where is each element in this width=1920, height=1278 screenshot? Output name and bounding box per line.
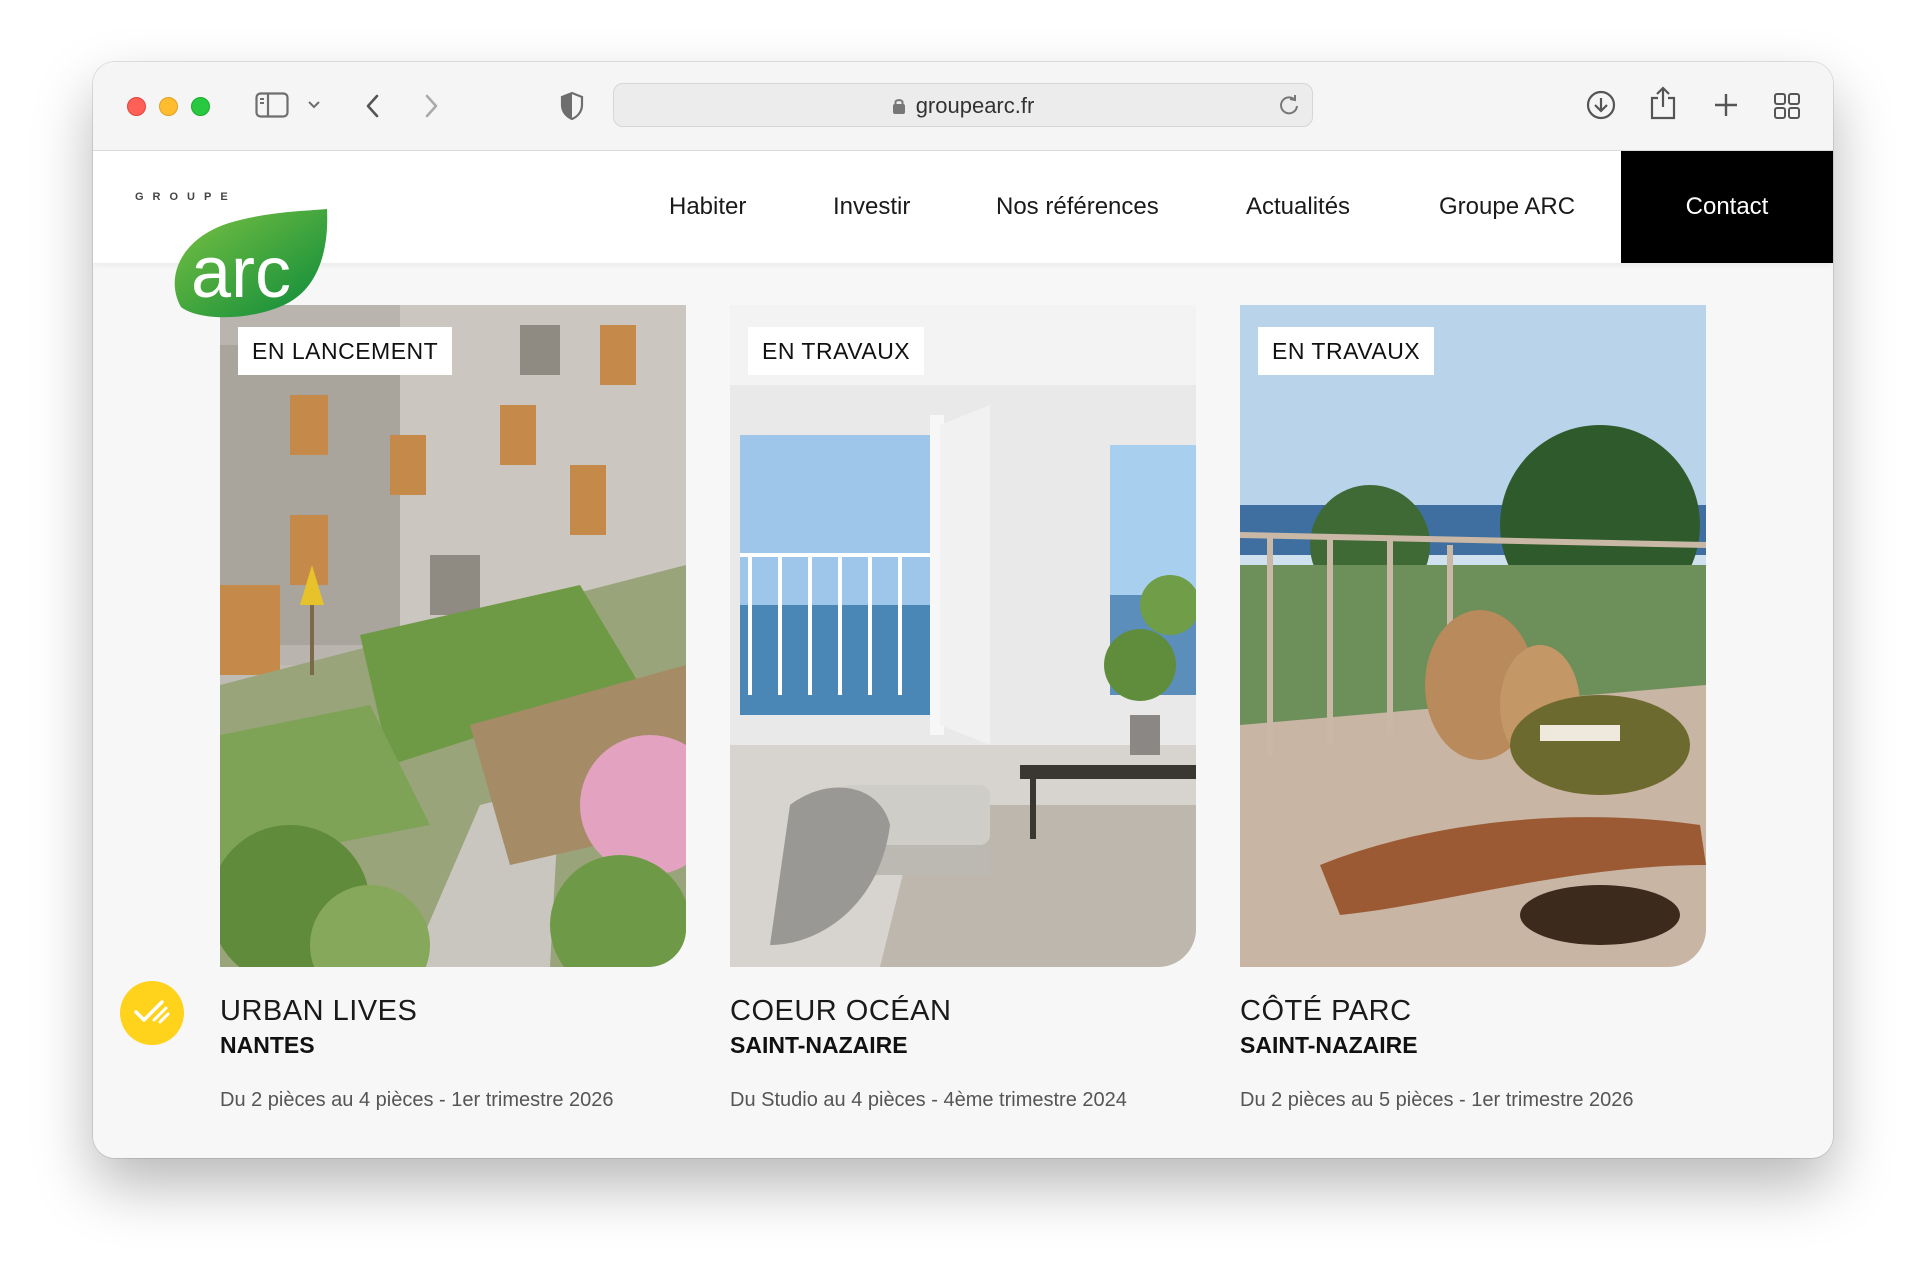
lock-icon bbox=[892, 86, 906, 130]
program-name[interactable]: COEUR OCÉAN bbox=[730, 995, 1196, 1028]
program-image[interactable]: EN TRAVAUX bbox=[730, 305, 1196, 967]
chat-widget-button[interactable] bbox=[120, 981, 184, 1045]
nav-groupe-arc[interactable]: Groupe ARC bbox=[1439, 151, 1575, 263]
minimize-window-button[interactable] bbox=[159, 97, 178, 116]
reload-icon[interactable] bbox=[1278, 94, 1300, 121]
program-name[interactable]: CÔTÉ PARC bbox=[1240, 995, 1706, 1028]
program-city: SAINT-NAZAIRE bbox=[1240, 1032, 1418, 1058]
program-city: SAINT-NAZAIRE bbox=[730, 1032, 908, 1058]
nav-investir[interactable]: Investir bbox=[833, 151, 910, 263]
program-image[interactable]: EN TRAVAUX bbox=[1240, 305, 1706, 967]
tab-overview-icon[interactable] bbox=[1773, 92, 1801, 120]
program-city: NANTES bbox=[220, 1032, 315, 1058]
back-arrow-icon[interactable] bbox=[363, 92, 383, 120]
status-badge: EN LANCEMENT bbox=[238, 327, 453, 375]
arc-logo[interactable]: arc bbox=[169, 209, 329, 321]
sidebar-toggle-icon[interactable] bbox=[255, 92, 289, 118]
program-name[interactable]: URBAN LIVES bbox=[220, 995, 686, 1028]
program-card-urban-lives[interactable]: EN LANCEMENT URBAN LIVES NANTES Du 2 piè… bbox=[220, 305, 686, 1112]
nav-actualites[interactable]: Actualités bbox=[1246, 151, 1350, 263]
status-badge: EN TRAVAUX bbox=[1258, 327, 1435, 375]
web-page: GROUPE Habiter Investir Nos références A… bbox=[93, 151, 1833, 1158]
new-tab-icon[interactable] bbox=[1712, 91, 1740, 119]
url-text: groupearc.fr bbox=[915, 93, 1035, 118]
program-description: Du 2 pièces au 5 pièces - 1er trimestre … bbox=[1240, 1089, 1634, 1111]
forward-arrow-icon[interactable] bbox=[421, 92, 441, 120]
nav-nos-references[interactable]: Nos références bbox=[996, 151, 1159, 263]
nav-habiter[interactable]: Habiter bbox=[669, 151, 746, 263]
program-card-coeur-ocean[interactable]: EN TRAVAUX COEUR OCÉAN SAINT-NAZAIRE Du … bbox=[730, 305, 1196, 1112]
logo-arc-text: arc bbox=[191, 233, 291, 313]
status-badge: EN TRAVAUX bbox=[748, 327, 925, 375]
chevron-down-icon[interactable] bbox=[307, 98, 321, 112]
logo-groupe-text: GROUPE bbox=[135, 191, 237, 203]
program-description: Du Studio au 4 pièces - 4ème trimestre 2… bbox=[730, 1089, 1127, 1111]
address-bar[interactable]: groupearc.fr bbox=[613, 83, 1313, 127]
chat-icon bbox=[132, 996, 172, 1031]
site-header: GROUPE Habiter Investir Nos références A… bbox=[93, 151, 1833, 263]
program-image[interactable]: EN LANCEMENT bbox=[220, 305, 686, 967]
shield-icon[interactable] bbox=[559, 91, 585, 121]
zoom-window-button[interactable] bbox=[191, 97, 210, 116]
program-description: Du 2 pièces au 4 pièces - 1er trimestre … bbox=[220, 1089, 614, 1111]
contact-button[interactable]: Contact bbox=[1621, 151, 1833, 263]
download-icon[interactable] bbox=[1586, 90, 1616, 120]
browser-window: groupearc.fr GROUPE Habiter Investir Nos… bbox=[93, 62, 1833, 1158]
close-window-button[interactable] bbox=[127, 97, 146, 116]
program-card-cote-parc[interactable]: EN TRAVAUX CÔTÉ PARC SAINT-NAZAIRE Du 2 … bbox=[1240, 305, 1706, 1112]
share-icon[interactable] bbox=[1649, 86, 1677, 120]
browser-toolbar: groupearc.fr bbox=[93, 62, 1833, 151]
